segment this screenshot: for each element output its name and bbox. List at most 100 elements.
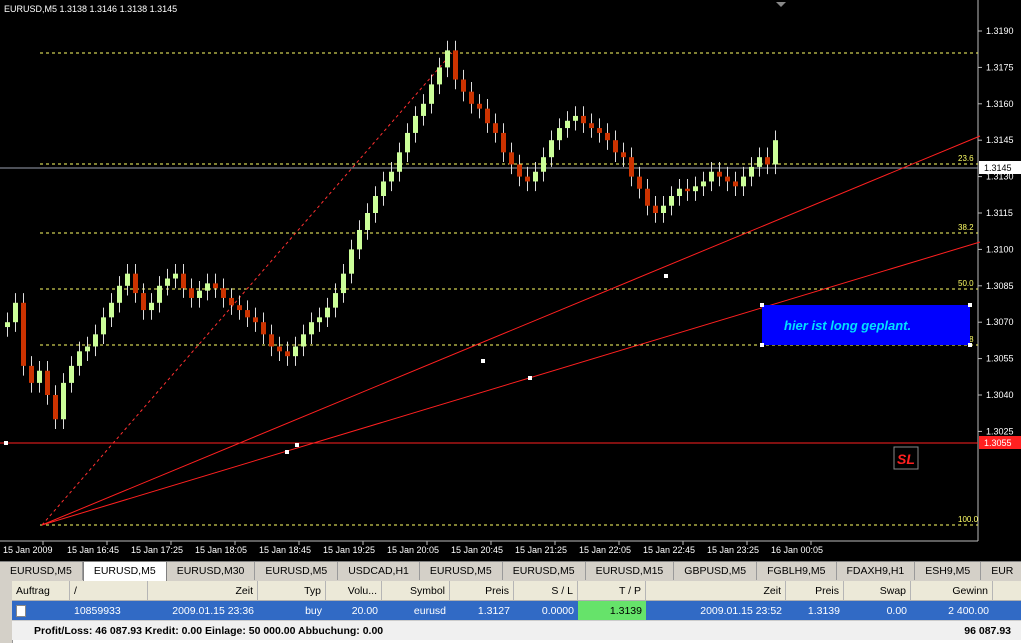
- tab-4[interactable]: USDCAD,H1: [338, 562, 420, 580]
- candle-body: [629, 157, 634, 177]
- candle-body: [381, 181, 386, 197]
- candle-body: [197, 290, 202, 298]
- col-sort[interactable]: /: [70, 581, 148, 600]
- candle-body: [637, 176, 642, 189]
- order-volume: 20.00: [351, 604, 378, 617]
- candle-body: [213, 283, 218, 289]
- tab-5[interactable]: EURUSD,M5: [420, 562, 503, 580]
- candle-body: [517, 164, 522, 177]
- candle-body: [221, 288, 226, 298]
- trendline-handle: [481, 359, 485, 363]
- candle-body: [469, 91, 474, 104]
- tab-1[interactable]: EURUSD,M5: [82, 562, 167, 581]
- candle-body: [533, 171, 538, 182]
- candle-body: [437, 67, 442, 85]
- scroll-arrow-icon: [776, 2, 786, 7]
- chart-area[interactable]: EURUSD,M5 1.3138 1.3146 1.3138 1.3145 1.3…: [0, 0, 1021, 561]
- candle-body: [141, 293, 146, 311]
- sl-handle: [4, 441, 8, 445]
- tab-8[interactable]: GBPUSD,M5: [674, 562, 758, 580]
- candle-body: [61, 382, 66, 420]
- time-label: 16 Jan 00:05: [771, 545, 823, 555]
- candle-body: [149, 302, 154, 311]
- tab-3[interactable]: EURUSD,M5: [255, 562, 339, 580]
- candle-body: [565, 120, 570, 129]
- col-sl[interactable]: S / L: [514, 581, 578, 600]
- candle-body: [341, 273, 346, 294]
- price-label: 1.3115: [986, 208, 1013, 218]
- candle-body: [669, 196, 674, 206]
- candle-body: [453, 50, 458, 80]
- col-swap[interactable]: Swap: [844, 581, 911, 600]
- annotation-handle: [760, 303, 764, 307]
- candle-body: [101, 317, 106, 335]
- order-price: 1.3127: [477, 604, 510, 617]
- candle-body: [581, 115, 586, 124]
- col-symbol[interactable]: Symbol: [382, 581, 450, 600]
- tab-6[interactable]: EURUSD,M5: [503, 562, 586, 580]
- col-zeit-close[interactable]: Zeit: [646, 581, 786, 600]
- col-volume[interactable]: Volu...: [326, 581, 382, 600]
- time-label: 15 Jan 21:25: [515, 545, 567, 555]
- tab-9[interactable]: FGBLH9,M5: [757, 562, 837, 580]
- candle-body: [325, 307, 330, 318]
- candle-body: [733, 181, 738, 187]
- candle-body: [205, 283, 210, 291]
- price-label: 1.3145: [986, 135, 1014, 145]
- candle-body: [77, 351, 82, 366]
- candle-body: [757, 157, 762, 167]
- time-label: 15 Jan 18:05: [195, 545, 247, 555]
- candle-body: [421, 103, 426, 116]
- price-label: 1.3085: [986, 281, 1014, 291]
- candle-body: [765, 157, 770, 165]
- price-label: 1.3100: [986, 244, 1014, 254]
- candle-body: [109, 302, 114, 318]
- candle-body: [21, 302, 26, 366]
- tab-10[interactable]: FDAXH9,H1: [837, 562, 916, 580]
- order-id: 10859933: [74, 604, 121, 617]
- candle-body: [509, 152, 514, 165]
- summary-row: Profit/Loss: 46 087.93 Kredit: 0.00 Einl…: [12, 620, 1021, 640]
- time-label: 15 Jan 18:45: [259, 545, 311, 555]
- trendline-handle: [528, 376, 532, 380]
- tab-0[interactable]: EURUSD,M5: [0, 562, 83, 580]
- col-preis[interactable]: Preis: [450, 581, 514, 600]
- candle-body: [621, 152, 626, 158]
- col-auftrag[interactable]: Auftrag: [12, 581, 70, 600]
- sl-price-label: 1.3055: [984, 438, 1012, 448]
- time-label: 15 Jan 23:25: [707, 545, 759, 555]
- candle-body: [373, 196, 378, 213]
- tab-2[interactable]: EURUSD,M30: [167, 562, 256, 580]
- trendline-handle: [285, 450, 289, 454]
- sl-label: SL: [897, 451, 915, 467]
- terminal-panel: Auftrag / Zeit Typ Volu... Symbol Preis …: [0, 581, 1021, 643]
- col-zeit[interactable]: Zeit: [148, 581, 258, 600]
- col-tp[interactable]: T / P: [578, 581, 646, 600]
- candle-body: [181, 273, 186, 289]
- candle-body: [701, 181, 706, 187]
- price-label: 1.3070: [986, 317, 1014, 327]
- candle-body: [541, 157, 546, 172]
- candle-body: [165, 278, 170, 286]
- tab-12[interactable]: EUR: [981, 562, 1021, 580]
- table-row[interactable]: 10859933 2009.01.15 23:36 buy 20.00 euru…: [12, 601, 1021, 620]
- candle-body: [677, 188, 682, 197]
- tab-7[interactable]: EURUSD,M15: [586, 562, 675, 580]
- candle-body: [301, 334, 306, 347]
- time-label: 15 Jan 22:05: [579, 545, 631, 555]
- candle-body: [309, 322, 314, 335]
- tab-11[interactable]: ESH9,M5: [915, 562, 982, 580]
- col-gewinn[interactable]: Gewinn: [911, 581, 993, 600]
- annotation-handle: [968, 343, 972, 347]
- candle-body: [317, 317, 322, 323]
- price-chart[interactable]: EURUSD,M5 1.3138 1.3146 1.3138 1.3145 1.3…: [0, 0, 1021, 561]
- fib-level-label: 38.2: [958, 223, 974, 232]
- candle-body: [573, 115, 578, 121]
- candle-body: [725, 176, 730, 182]
- candle-body: [93, 334, 98, 347]
- candle-body: [45, 370, 50, 395]
- current-price-label: 1.3145: [984, 163, 1012, 173]
- col-preis-current[interactable]: Preis: [786, 581, 844, 600]
- time-label: 15 Jan 22:45: [643, 545, 695, 555]
- col-typ[interactable]: Typ: [258, 581, 326, 600]
